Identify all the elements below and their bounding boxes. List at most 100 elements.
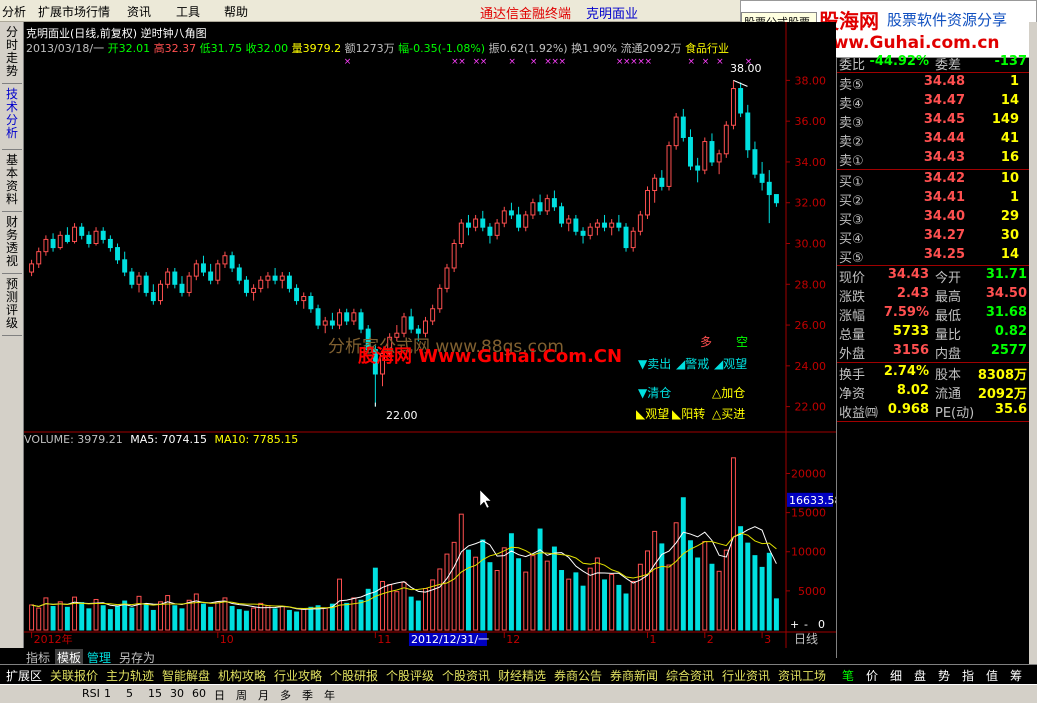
sell-row[interactable]: 卖④ 34.47 14 [837, 92, 1030, 112]
period-button[interactable]: 60 [192, 687, 206, 700]
divider [837, 421, 1030, 422]
candle-body [208, 271, 214, 281]
volume-bar [358, 599, 364, 631]
nav-item[interactable]: 关联报价 [50, 667, 98, 684]
period-label[interactable]: 日线 [794, 630, 818, 647]
period-button[interactable]: 30 [170, 687, 184, 700]
quote-panel: 委比 -44.92% 委差 -137 卖⑤ 34.48 1 卖④ 34.47 14 卖③ 34… [836, 54, 1030, 658]
volume-bar [308, 606, 314, 631]
nav-item[interactable]: 券商新闻 [610, 667, 658, 684]
volume-bar [645, 550, 650, 631]
quote-view-tab[interactable]: 盘 [914, 667, 926, 684]
stat-value: 34.50 [985, 286, 1027, 301]
buy-volume: 10 [1000, 171, 1019, 186]
volume-bar [193, 593, 199, 631]
volume-bar [265, 605, 271, 631]
sell-row[interactable]: 卖③ 34.45 149 [837, 111, 1030, 131]
signal-mark: × [508, 57, 516, 67]
period-button[interactable]: 1 [104, 687, 111, 700]
period-button[interactable]: 季 [302, 687, 313, 703]
period-button[interactable]: 5 [126, 687, 133, 700]
menu-item-analysis[interactable]: 分析 [2, 3, 26, 20]
signal-mark: × [480, 57, 488, 67]
stat-row: 总量 5733 量比 0.82 [837, 323, 1030, 343]
volume-bar [286, 609, 292, 631]
nav-item[interactable]: 个股研报 [330, 667, 378, 684]
stat-value: 8308万 [977, 368, 1027, 383]
period-button[interactable]: 多 [280, 687, 291, 703]
info-high: 高32.37 [153, 42, 197, 55]
buy-row[interactable]: 买② 34.41 1 [837, 189, 1030, 209]
period-button[interactable]: RSI [82, 687, 100, 700]
tab-rating[interactable]: 预测评级 [2, 278, 22, 336]
buy-row[interactable]: 买④ 34.27 30 [837, 227, 1030, 247]
tab-financial[interactable]: 财务透视 [2, 216, 22, 274]
nav-item[interactable]: 行业资讯 [722, 667, 770, 684]
low-marker: 22.00 [386, 409, 418, 422]
nav-item[interactable]: 综合资讯 [666, 667, 714, 684]
quote-view-tab[interactable]: 值 [986, 667, 998, 684]
volume-bar [408, 596, 414, 631]
nav-item[interactable]: 资讯工场 [778, 667, 826, 684]
sell-row[interactable]: 卖② 34.44 41 [837, 130, 1030, 150]
quote-view-tab[interactable]: 笔 [842, 667, 854, 684]
nav-item[interactable]: 智能解盘 [162, 667, 210, 684]
candle-body [86, 234, 92, 245]
menu-item-news[interactable]: 资讯 [127, 3, 151, 20]
info-amount: 额1273万 [344, 42, 395, 55]
x-tick-label: 3 [764, 633, 771, 646]
info-industry: 食品行业 [685, 42, 730, 55]
volume-bar [29, 604, 35, 631]
nav-item[interactable]: 财经精选 [498, 667, 546, 684]
bottom-toolbar: RSI 1 5 15 30 60 日周月多季年 [0, 684, 1037, 703]
buy-row[interactable]: 买① 34.42 10 [837, 170, 1030, 190]
candle-body [766, 181, 772, 196]
quote-view-tab[interactable]: 价 [866, 667, 878, 684]
period-button[interactable]: 日 [214, 687, 225, 703]
nav-item[interactable]: 个股评级 [386, 667, 434, 684]
right-scrollbar[interactable] [1029, 22, 1037, 682]
nav-item[interactable]: 行业攻略 [274, 667, 322, 684]
candle-body [702, 141, 708, 171]
menu-item-extended-market[interactable]: 扩展市场行情 [38, 3, 110, 20]
quote-view-tab[interactable]: 细 [890, 667, 902, 684]
chart-area[interactable]: 38.00 36.00 34.00 32.00 30.00 28.00 26.00 24.00… [24, 22, 836, 648]
nav-item[interactable]: 扩展区 [6, 667, 42, 684]
candle-body [215, 263, 221, 281]
stat-label: 今开 [935, 271, 962, 286]
ma10-label: MA10: 7785.15 [214, 433, 299, 446]
nav-item[interactable]: 机构攻略 [218, 667, 266, 684]
menu-item-help[interactable]: 帮助 [224, 3, 248, 20]
sell-price: 34.47 [923, 93, 965, 108]
period-button[interactable]: 年 [324, 687, 335, 703]
nav-item[interactable]: 个股资讯 [442, 667, 490, 684]
period-button[interactable]: 15 [148, 687, 162, 700]
legend-sell: ▼卖出 [638, 357, 672, 371]
candle-body [165, 271, 171, 285]
buy-row[interactable]: 买⑤ 34.25 14 [837, 246, 1030, 266]
x-tick-label: 11 [377, 633, 391, 646]
nav-item[interactable]: 券商公告 [554, 667, 602, 684]
quote-view-tab[interactable]: 筹 [1010, 667, 1022, 684]
nav-item[interactable]: 主力轨迹 [106, 667, 154, 684]
reset-button[interactable]: 0 [818, 618, 825, 631]
sell-row[interactable]: 卖① 34.43 16 [837, 149, 1030, 169]
candle-body [623, 226, 629, 249]
candle-body [150, 291, 156, 302]
quote-view-tab[interactable]: 指 [962, 667, 974, 684]
stat-row: 净资 8.02 流通 2092万 [837, 382, 1030, 402]
volume-bar [57, 601, 63, 631]
period-button[interactable]: 周 [236, 687, 247, 703]
candle-body [738, 88, 744, 114]
candle-body [480, 218, 486, 228]
period-button[interactable]: 月 [258, 687, 269, 703]
tab-technical[interactable]: 技术分析 [2, 88, 22, 150]
quote-view-tab[interactable]: 势 [938, 667, 950, 684]
y-tick-label: 38.00 [795, 74, 827, 87]
tab-basic-info[interactable]: 基本资料 [2, 154, 22, 212]
ad-url[interactable]: www.Guhai.com.cn [817, 33, 1000, 53]
menu-item-tools[interactable]: 工具 [176, 3, 200, 20]
tab-intraday[interactable]: 分时走势 [2, 26, 22, 84]
buy-row[interactable]: 买③ 34.40 29 [837, 208, 1030, 228]
sell-row[interactable]: 卖⑤ 34.48 1 [837, 73, 1030, 93]
